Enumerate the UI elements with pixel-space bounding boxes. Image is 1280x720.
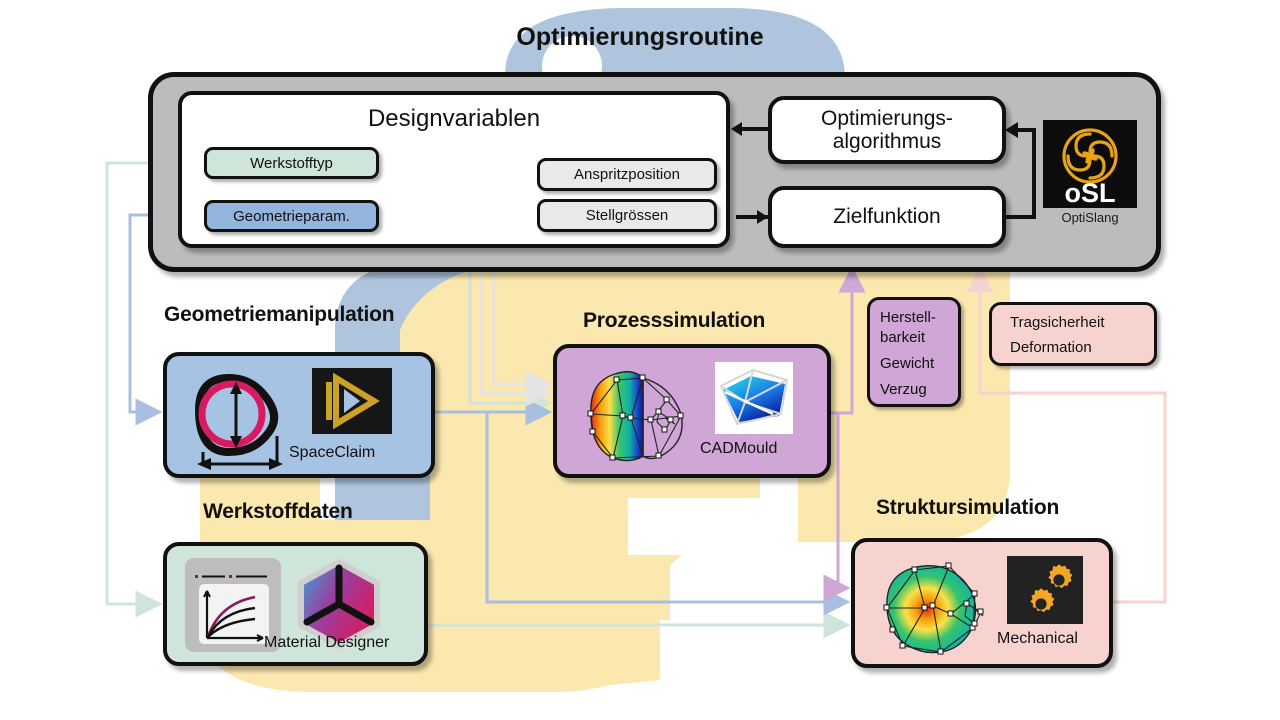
criteria-prozess-box: Herstell- barkeit Gewicht Verzug [867, 297, 961, 407]
cadmould-icon [719, 368, 789, 426]
caption-geometriemanipulation: Geometriemanipulation [164, 303, 395, 326]
connector-designvars-to-zielfunktion-head [757, 210, 768, 224]
svg-text:oSL: oSL [1065, 178, 1116, 208]
criteria-struktur-box: Tragsicherheit Deformation [989, 302, 1157, 366]
feedback-loop-zielfunktion-to-optalgo [1005, 122, 1036, 219]
card-prozesssimulation[interactable]: CADMould [553, 344, 831, 478]
geometry-sketch-icon [194, 373, 283, 470]
wire-prozesssimulation-to-zielfunktion [831, 265, 866, 415]
caption-struktursimulation: Struktursimulation [876, 496, 1060, 519]
caption-prozesssimulation: Prozesssimulation [583, 309, 766, 332]
spaceclaim-icon [326, 372, 380, 430]
designvariablen-title: Designvariablen [367, 105, 541, 132]
chip-werkstofftyp[interactable]: Werkstofftyp [204, 147, 379, 179]
chip-geometrieparam[interactable]: Geometrieparam. [204, 200, 379, 232]
criteria-struktur-line-2: Deformation [1010, 339, 1092, 356]
criteria-prozess-line-1: Herstell- [880, 309, 936, 326]
connector-optalgo-to-designvars-head [731, 122, 742, 136]
optalgo-line1: Optimierungs- [821, 106, 953, 130]
chip-stellgroessen[interactable]: Stellgrössen [537, 199, 717, 232]
diagram-canvas: Optimierungsroutine Designvariablen Werk… [0, 0, 1280, 720]
spaceclaim-logo-tile [312, 368, 392, 434]
osl-glyph-icon: oSL [1062, 128, 1118, 208]
flow-mesh-icon [587, 371, 684, 462]
cadmould-logo-tile [715, 362, 793, 434]
mechanical-logo-tile [1007, 556, 1083, 624]
gears-icon [1030, 564, 1073, 613]
card-struktursimulation[interactable]: Mechanical [851, 538, 1113, 668]
chip-anspritzposition[interactable]: Anspritzposition [537, 158, 717, 191]
criteria-prozess-line-4: Verzug [880, 381, 927, 398]
criteria-prozess-line-3: Gewicht [880, 355, 935, 372]
fem-mesh-icon [883, 562, 984, 655]
wire-prozesssimulation-to-struktursimulation [823, 413, 851, 602]
tool-label-cadmould: CADMould [700, 440, 778, 457]
optalgo-line2: algorithmus [832, 130, 942, 153]
optislang-label: OptiSlang [1061, 210, 1119, 225]
tool-label-material-designer: Material Designer [264, 634, 390, 651]
optislang-logo: oSL OptiSlang [1043, 120, 1137, 228]
card-werkstoffdaten[interactable]: Material Designer [163, 542, 428, 666]
caption-werkstoffdaten: Werkstoffdaten [203, 500, 353, 523]
optislang-logo-tile: oSL [1043, 120, 1137, 208]
criteria-struktur-line-1: Tragsicherheit [1010, 314, 1105, 331]
page-title: Optimierungsroutine [516, 23, 764, 51]
optimierungsalgorithmus-box[interactable]: Optimierungs- algorithmus [768, 96, 1006, 164]
zielfunktion-box[interactable]: Zielfunktion [768, 186, 1006, 248]
tool-label-spaceclaim: SpaceClaim [289, 444, 376, 461]
card-geometriemanipulation[interactable]: SpaceClaim [163, 352, 435, 478]
connector-optalgo-to-designvars-line [742, 127, 768, 131]
tool-label-mechanical: Mechanical [997, 630, 1078, 647]
criteria-prozess-line-2: barkeit [880, 329, 926, 346]
